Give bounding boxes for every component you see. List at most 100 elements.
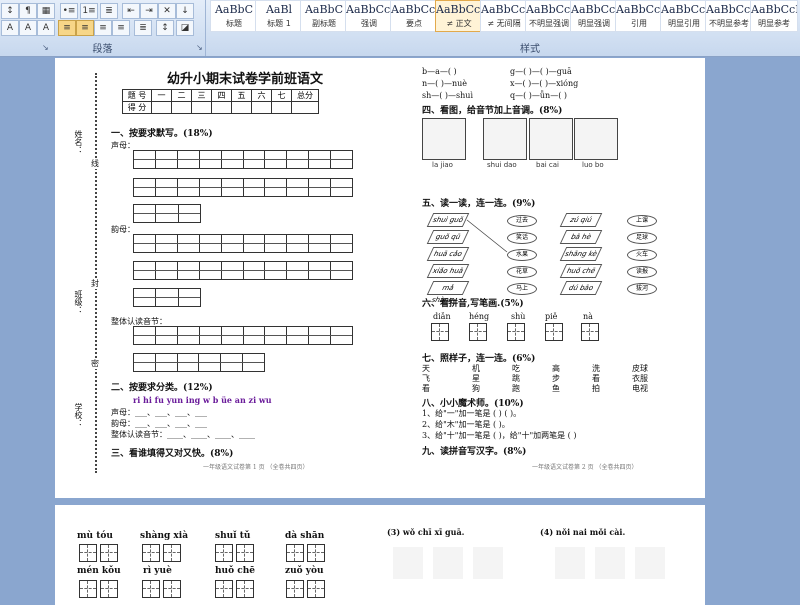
increase-indent-icon[interactable]: ⇥ — [140, 3, 158, 19]
character-writing-box[interactable] — [215, 580, 233, 598]
style-name-label: 不明显参考 — [709, 19, 749, 28]
border-icon[interactable]: ▦ — [37, 3, 55, 19]
character-writing-box[interactable] — [79, 544, 97, 562]
phonetic-icon[interactable]: A — [1, 20, 19, 36]
align-center-icon[interactable]: ≡ — [76, 20, 94, 36]
style-gallery-item[interactable]: AaBbCcD 强调 — [345, 0, 393, 32]
style-gallery-item[interactable]: AaBbCcD 明显参考 — [750, 0, 798, 32]
character-writing-box[interactable] — [215, 544, 233, 562]
font-dialog-launcher-icon[interactable]: ↘ — [42, 44, 50, 52]
writing-grid-row — [133, 261, 353, 280]
char-border-icon[interactable]: A — [19, 20, 37, 36]
style-gallery-item[interactable]: AaBbCcDd ≠ 正文 — [435, 0, 483, 32]
paragraph-dialog-launcher-icon[interactable]: ↘ — [196, 44, 204, 52]
score-table-cell[interactable] — [231, 101, 252, 114]
character-writing-box[interactable] — [163, 544, 181, 562]
style-sample-text: AaBbCcDd — [571, 3, 617, 16]
pinyin-word: shàng xià — [140, 531, 189, 541]
pinyin-spell-line: q—( )—ǚn—( ) — [510, 91, 567, 100]
pinyin-word: rì yuè — [143, 566, 172, 576]
style-sample-text: AaBbCcD — [391, 3, 437, 16]
seal-mark: 封 — [91, 278, 99, 289]
stroke-writing-box[interactable] — [431, 323, 449, 341]
stroke-writing-box[interactable] — [469, 323, 487, 341]
sort-text-icon[interactable]: ↓ — [176, 3, 194, 19]
question-6-heading: 六、看拼音,写笔画.(5%) — [422, 299, 524, 309]
style-gallery-item[interactable]: AaBbCcD 引用 — [615, 0, 663, 32]
score-table-cell[interactable] — [291, 101, 319, 114]
character-writing-box[interactable] — [236, 544, 254, 562]
score-table-cell[interactable] — [191, 101, 212, 114]
figure-illustration — [635, 547, 665, 579]
distribute-icon[interactable]: ≣ — [134, 20, 152, 36]
sort-icon[interactable]: ↕ — [1, 3, 19, 19]
style-gallery-item[interactable]: AaBbCcDd 不明显强调 — [525, 0, 573, 32]
style-gallery-item[interactable]: AaBbC 副标题 — [300, 0, 348, 32]
numbering-icon[interactable]: 1≡ — [80, 3, 98, 19]
writing-grid-row — [133, 234, 353, 253]
q2-syllables: ri hi fu yun ing w b üe an zi wu — [133, 395, 272, 405]
school-label: 学校： — [74, 403, 83, 427]
character-writing-box[interactable] — [307, 580, 325, 598]
character-writing-box[interactable] — [79, 580, 97, 598]
style-gallery-item[interactable]: AaBbCcD 要点 — [390, 0, 438, 32]
score-table-cell[interactable] — [151, 101, 172, 114]
shading-icon[interactable]: ◪ — [176, 20, 194, 36]
style-gallery-item[interactable]: AaBbC 标题 — [210, 0, 258, 32]
style-gallery-item[interactable]: AaBbCcD 明显引用 — [660, 0, 708, 32]
style-sample-text: AaBbCcDd — [481, 3, 527, 16]
score-table-cell[interactable] — [251, 101, 272, 114]
justify-icon[interactable]: ≡ — [112, 20, 130, 36]
question-9-heading: 九、读拼音写汉字。(8%) — [422, 447, 527, 457]
multilevel-icon[interactable]: ≣ — [100, 3, 118, 19]
character-writing-box[interactable] — [286, 580, 304, 598]
character-writing-box[interactable] — [100, 580, 118, 598]
shengmu-label: 声母： — [111, 141, 135, 150]
style-name-label: 明显参考 — [758, 19, 790, 28]
decrease-indent-icon[interactable]: ⇤ — [122, 3, 140, 19]
character-writing-box[interactable] — [307, 544, 325, 562]
style-sample-text: AaBbC — [304, 3, 344, 16]
stroke-pinyin: piě — [545, 312, 558, 321]
stroke-pinyin: diǎn — [433, 312, 451, 321]
show-marks-icon[interactable]: ¶ — [19, 3, 37, 19]
q5-word-oval: 火车 — [627, 249, 657, 261]
score-table-cell[interactable] — [211, 101, 232, 114]
stroke-writing-box[interactable] — [581, 323, 599, 341]
character-writing-box[interactable] — [163, 580, 181, 598]
character-writing-box[interactable] — [142, 544, 160, 562]
style-name-label: 要点 — [406, 19, 422, 28]
stroke-writing-box[interactable] — [507, 323, 525, 341]
align-right-icon[interactable]: ≡ — [94, 20, 112, 36]
q5-pinyin-box: zú qiú — [559, 213, 603, 227]
style-gallery-item[interactable]: AaBbCcD 不明显参考 — [705, 0, 753, 32]
bullets-icon[interactable]: •≡ — [60, 3, 78, 19]
style-gallery-item[interactable]: AaBl 标题 1 — [255, 0, 303, 32]
score-table-cell[interactable] — [171, 101, 192, 114]
style-sample-text: AaBbCcD — [616, 3, 662, 16]
character-writing-box[interactable] — [142, 580, 160, 598]
score-table-cell[interactable] — [271, 101, 292, 114]
q5-pinyin-box: shuì guǒ — [426, 213, 470, 227]
style-gallery-item[interactable]: AaBbCcDd 明显强调 — [570, 0, 618, 32]
pinyin-spell-line: g—( )—( )—guā — [510, 67, 572, 76]
stroke-pinyin: héng — [469, 312, 490, 321]
character-writing-box[interactable] — [100, 544, 118, 562]
name-label: 姓名： — [74, 130, 83, 154]
q5-pinyin-box: huā cǎo — [426, 247, 470, 261]
line-spacing-icon[interactable]: ↕ — [156, 20, 174, 36]
q5-pinyin-box: dú bāo — [559, 281, 603, 295]
q5-pinyin-box: xiǎo huā — [426, 264, 470, 278]
score-table-cell: 得 分 — [122, 101, 152, 114]
style-gallery-item[interactable]: AaBbCcDd ≠ 无间隔 — [480, 0, 528, 32]
font-color-icon[interactable]: A — [37, 20, 55, 36]
style-sample-text: AaBbC — [214, 3, 254, 16]
stroke-writing-box[interactable] — [545, 323, 563, 341]
style-name-label: ≠ 正文 — [446, 19, 472, 28]
style-sample-text: AaBl — [265, 3, 293, 16]
yunmu-label: 韵母： — [111, 225, 135, 234]
chinese-layout-icon[interactable]: ✕ — [158, 3, 176, 19]
character-writing-box[interactable] — [286, 544, 304, 562]
character-writing-box[interactable] — [236, 580, 254, 598]
align-left-icon[interactable]: ≡ — [58, 20, 76, 36]
